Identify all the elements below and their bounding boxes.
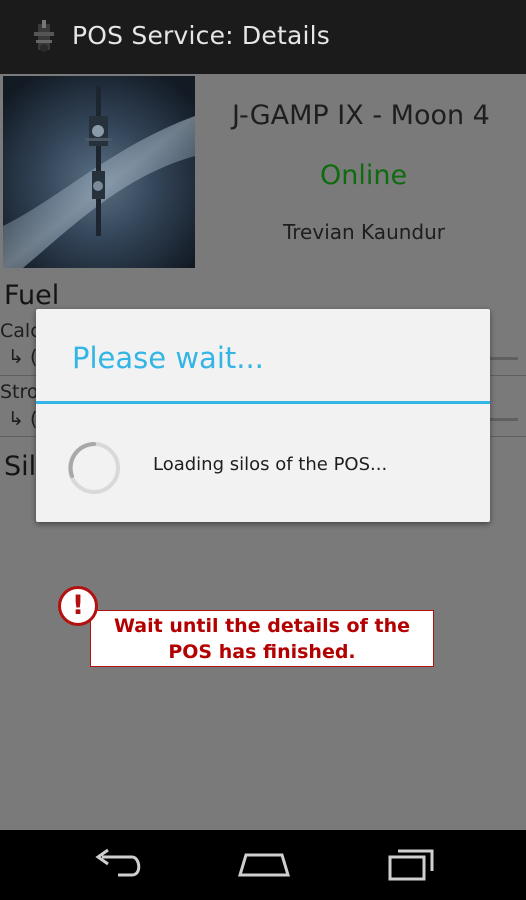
strontium-level-bar [488,418,518,421]
fuel-heading: Fuel [4,280,60,311]
fuel-row-label: Calc [0,320,41,342]
annotation-line-2: POS has finished. [168,641,356,663]
navigation-bar [0,830,526,900]
silos-heading: Sil [4,451,37,482]
loading-spinner-icon [68,442,120,494]
pos-name: J-GAMP IX - Moon 4 [232,100,490,131]
dialog-message: Loading silos of the POS... [153,454,388,475]
home-icon[interactable] [234,845,294,885]
screen-title: POS Service: Details [72,21,331,50]
back-icon[interactable] [88,845,148,885]
pos-status: Online [320,160,408,191]
progress-dialog: Please wait... Loading silos of the POS.… [36,309,490,522]
strontium-row-sub: ↳ ( [8,408,38,430]
pos-owner: Trevian Kaundur [283,220,446,244]
fuel-row-sub: ↳ ( [8,346,38,368]
dialog-title: Please wait... [72,341,264,375]
recent-apps-icon[interactable] [380,845,440,885]
action-bar: POS Service: Details [0,0,526,76]
strontium-row-label: Stro [0,381,39,403]
fuel-level-bar [488,357,518,360]
annotation-callout: Wait until the details of the POS has fi… [90,610,434,667]
pos-tower-image [3,76,195,268]
pos-station-icon[interactable] [24,18,64,58]
annotation-line-1: Wait until the details of the [114,615,410,637]
dialog-title-divider [36,401,490,404]
exclamation-icon: ! [58,586,98,626]
